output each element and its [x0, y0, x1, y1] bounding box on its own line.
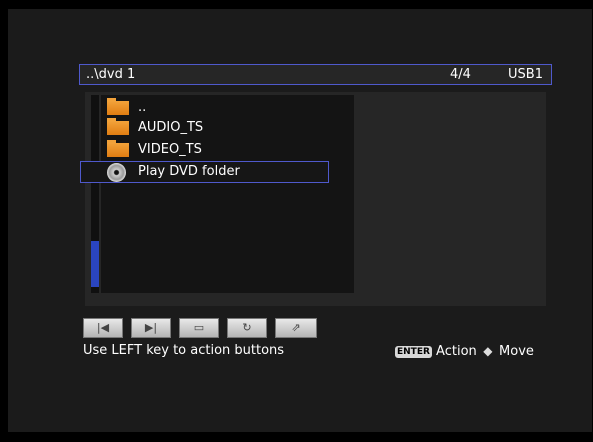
scrollbar-thumb[interactable]: [91, 241, 99, 287]
file-label: ..: [138, 100, 147, 115]
enter-key-icon: ENTER: [395, 346, 432, 358]
info-button[interactable]: ▭: [179, 318, 219, 338]
control-legend: ENTER Action ◆ Move: [395, 343, 534, 360]
path-bar: ..\dvd 1 4/4 USB1: [79, 64, 552, 85]
repeat-button[interactable]: ↻: [227, 318, 267, 338]
current-path: ..\dvd 1: [86, 67, 136, 82]
device-name: USB1: [508, 67, 543, 82]
disc-icon: [107, 163, 126, 182]
move-label: Move: [499, 344, 534, 359]
previous-button[interactable]: |◀: [83, 318, 123, 338]
folder-icon: [107, 118, 129, 135]
file-label: VIDEO_TS: [138, 142, 202, 157]
item-count: 4/4: [450, 67, 471, 82]
action-label: Action: [436, 344, 477, 359]
file-label: Play DVD folder: [138, 164, 240, 179]
next-button[interactable]: ▶|: [131, 318, 171, 338]
key-hint: Use LEFT key to action buttons: [83, 343, 285, 358]
return-button[interactable]: ⇗: [275, 318, 317, 338]
folder-icon: [107, 98, 129, 115]
file-label: AUDIO_TS: [138, 120, 204, 135]
move-arrows-icon: ◆: [483, 344, 493, 358]
folder-icon: [107, 140, 129, 157]
